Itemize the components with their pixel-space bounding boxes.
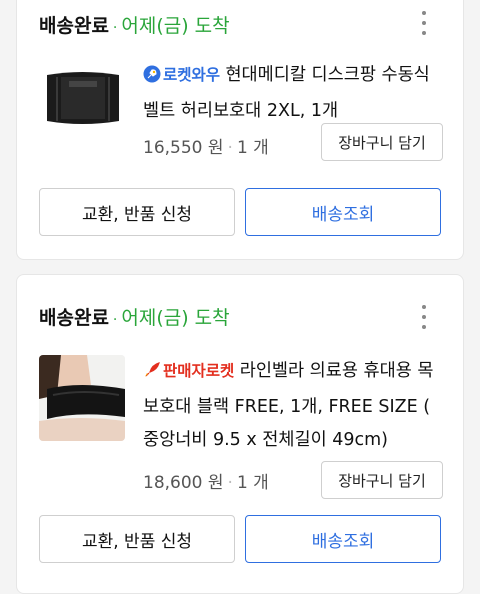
order-card: 배송완료 · 어제(금) 도착 판매자로켓 라인벨라 의료용 휴대용 목 보호대… <box>16 274 464 594</box>
product-thumbnail[interactable] <box>39 355 125 441</box>
product-description[interactable]: 판매자로켓 라인벨라 의료용 휴대용 목 보호대 블랙 FREE, 1개, FR… <box>143 355 443 457</box>
delivery-status: 배송완료 <box>39 307 109 329</box>
delivery-status-row: 배송완료 · 어제(금) 도착 <box>39 303 230 330</box>
exchange-return-button[interactable]: 교환, 반품 신청 <box>39 188 235 236</box>
rocket-badge: 로켓와우 <box>143 65 225 84</box>
more-vert-icon[interactable] <box>421 11 427 35</box>
badge-label: 로켓와우 <box>163 66 221 84</box>
delivery-status: 배송완료 <box>39 15 109 37</box>
rocket-icon <box>143 358 161 391</box>
price: 18,600 원 <box>143 473 224 493</box>
rocket-icon <box>143 62 161 95</box>
more-vert-icon[interactable] <box>421 305 427 329</box>
quantity: 1 개 <box>236 473 269 493</box>
add-to-cart-button[interactable]: 장바구니 담기 <box>321 123 443 161</box>
exchange-return-button[interactable]: 교환, 반품 신청 <box>39 515 235 563</box>
product-thumbnail[interactable] <box>39 65 125 133</box>
price-row: 16,550 원 · 1 개 <box>143 133 269 158</box>
add-to-cart-button[interactable]: 장바구니 담기 <box>321 461 443 499</box>
price-separator: · <box>227 473 233 493</box>
badge-label: 판매자로켓 <box>163 362 235 380</box>
arrival-date: 어제(금) 도착 <box>121 15 230 37</box>
price-row: 18,600 원 · 1 개 <box>143 468 269 493</box>
track-delivery-button[interactable]: 배송조회 <box>245 188 441 236</box>
order-card: 배송완료 · 어제(금) 도착 로켓와우 현대메디칼 디스크팡 수동식벨트 허리… <box>16 0 464 260</box>
price: 16,550 원 <box>143 138 224 158</box>
product-description[interactable]: 로켓와우 현대메디칼 디스크팡 수동식벨트 허리보호대 2XL, 1개 <box>143 59 443 128</box>
status-separator: · <box>112 20 118 36</box>
price-separator: · <box>227 138 233 158</box>
delivery-status-row: 배송완료 · 어제(금) 도착 <box>39 11 230 38</box>
seller-rocket-badge: 판매자로켓 <box>143 362 240 380</box>
arrival-date: 어제(금) 도착 <box>121 307 230 329</box>
track-delivery-button[interactable]: 배송조회 <box>245 515 441 563</box>
quantity: 1 개 <box>236 138 269 158</box>
status-separator: · <box>112 312 118 328</box>
